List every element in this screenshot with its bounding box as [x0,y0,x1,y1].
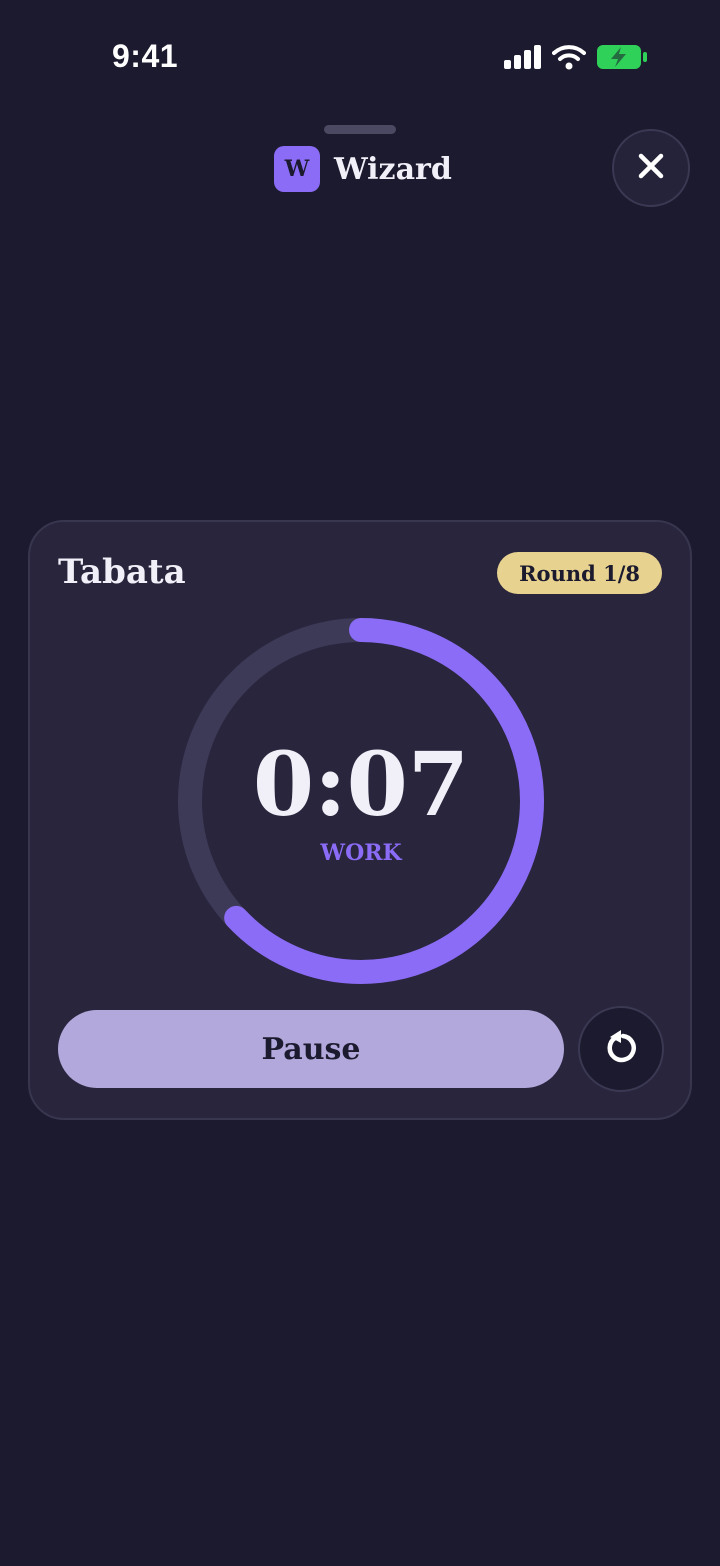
battery-charging-icon [596,44,648,74]
status-time: 9:41 [112,38,179,74]
timer-card: Tabata Round 1/8 0:07 WORK Pause [28,520,692,1120]
close-icon [637,152,665,184]
reset-button[interactable] [578,1006,664,1092]
status-icons [504,44,648,74]
round-badge: Round 1/8 [497,552,662,594]
sheet-grabber[interactable] [324,125,396,134]
time-remaining: 0:07 [252,732,470,836]
timer-title: Tabata [58,552,186,592]
phase-label: WORK [320,840,402,866]
restart-icon [604,1029,638,1069]
close-button[interactable] [612,129,690,207]
pause-button[interactable]: Pause [58,1010,564,1088]
app-title: Wizard [334,151,452,187]
app-header: W Wizard [274,146,452,192]
wifi-icon [552,44,586,74]
app-logo: W [274,146,320,192]
cellular-signal-icon [504,45,542,73]
